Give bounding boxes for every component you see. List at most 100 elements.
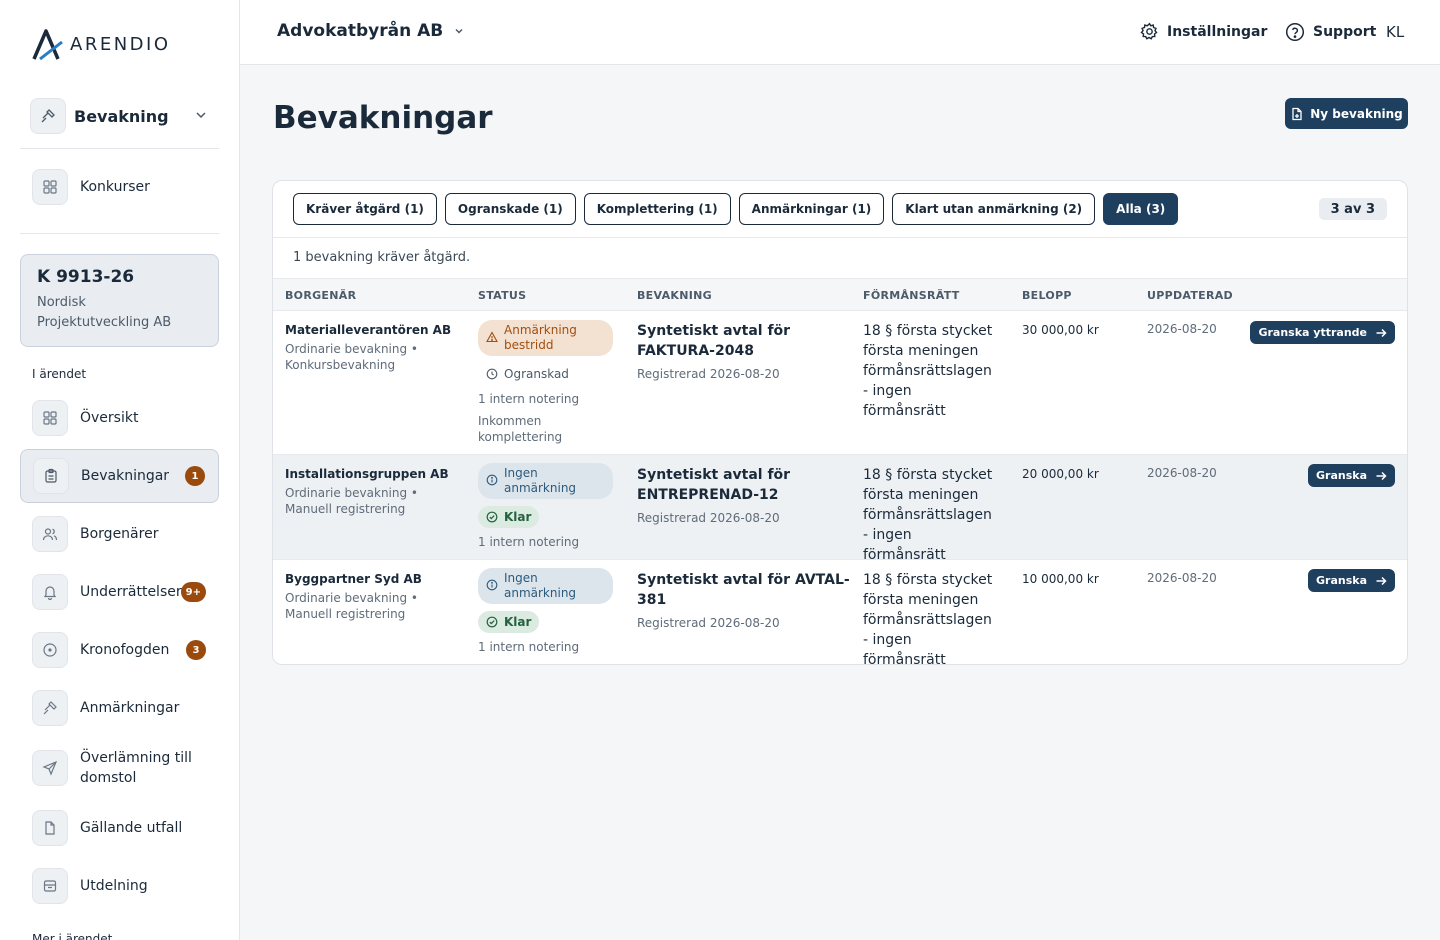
- creditor-name: Installationsgruppen AB: [285, 467, 449, 481]
- filter-tabs: Kräver åtgärd (1) Ogranskade (1) Komplet…: [293, 193, 1179, 225]
- notes-count: 1 intern notering: [478, 392, 580, 406]
- chevron-down-icon: [455, 28, 463, 34]
- sidebar-item-bevakningar[interactable]: Bevakningar 1: [20, 449, 219, 503]
- status-badge: Ingen anmärkning: [478, 568, 613, 604]
- updated-date: 2026-08-20: [1147, 571, 1217, 585]
- creditor-type: Ordinarie bevakning • Konkursbevakning: [285, 342, 419, 372]
- column-header[interactable]: UPPDATERAD: [1147, 289, 1233, 302]
- review-button[interactable]: Granska: [1308, 464, 1395, 487]
- org-name: Advokatbyrån AB: [277, 21, 444, 41]
- org-switcher[interactable]: Advokatbyrån AB: [277, 21, 465, 41]
- review-statement-button[interactable]: Granska yttrande: [1250, 321, 1395, 344]
- bevakning-title: Syntetiskt avtal för FAKTURA-2048: [637, 323, 791, 359]
- clock-icon: [486, 368, 498, 380]
- registered-date: Registrerad 2026-08-20: [637, 367, 780, 381]
- table-row[interactable]: Installationsgruppen AB Ordinarie bevakn…: [273, 455, 1407, 563]
- sidebar-item-label: Översikt: [80, 410, 139, 426]
- sidebar-item-label: Gällande utfall: [80, 820, 183, 836]
- sidebar-item-oversikt[interactable]: Översikt: [20, 400, 219, 436]
- creditor-name: Materialleverantören AB: [285, 323, 452, 337]
- gavel-icon: [30, 98, 66, 134]
- review-status: Klar: [478, 506, 540, 528]
- notes-count: 1 intern notering: [478, 640, 580, 654]
- case-card[interactable]: K 9913-26 Nordisk Projektutveckling AB: [20, 254, 219, 347]
- sidebar-item-label: Konkurser: [80, 179, 150, 195]
- review-button[interactable]: Granska: [1308, 569, 1395, 592]
- check-circle-icon: [486, 511, 498, 523]
- filter-ogranskade[interactable]: Ogranskade (1): [444, 193, 576, 225]
- support-link[interactable]: Support: [1285, 22, 1376, 42]
- topbar: Advokatbyrån AB Inställningar Support KL: [240, 0, 1440, 65]
- count-badge: 9+: [180, 582, 206, 602]
- settings-label: Inställningar: [1167, 23, 1268, 40]
- info-circle-icon: [486, 579, 498, 591]
- sidebar-item-borgenarer[interactable]: Borgenärer: [20, 516, 219, 552]
- document-icon: [32, 810, 68, 846]
- filter-alla[interactable]: Alla (3): [1103, 193, 1179, 225]
- sidebar-item-label: Borgenärer: [80, 526, 159, 542]
- column-header[interactable]: BEVAKNING: [637, 289, 712, 302]
- bevakning-title: Syntetiskt avtal för AVTAL-381: [637, 572, 850, 608]
- review-status-text: Klar: [504, 510, 532, 524]
- sidebar-divider: [20, 233, 219, 234]
- sidebar-item-label: Anmärkningar: [80, 700, 180, 716]
- grid-icon: [32, 169, 68, 205]
- column-header[interactable]: FÖRMÅNSRÄTT: [863, 289, 960, 302]
- sidebar: ARENDIO Bevakning Konkurser K 9913-26 No…: [0, 0, 240, 940]
- sidebar-item-anmarkningar[interactable]: Anmärkningar: [20, 690, 219, 726]
- creditor-type: Ordinarie bevakning • Manuell registreri…: [285, 486, 419, 516]
- count-badge: 1: [185, 466, 205, 486]
- column-header[interactable]: BORGENÄR: [285, 289, 356, 302]
- sidebar-item-label: Underrättelser: [80, 584, 182, 600]
- bevakning-title: Syntetiskt avtal för ENTREPRENAD-12: [637, 467, 791, 503]
- registered-date: Registrerad 2026-08-20: [637, 616, 780, 630]
- arrow-right-icon: [1376, 471, 1387, 480]
- arrow-right-icon: [1376, 576, 1387, 585]
- bell-icon: [32, 574, 68, 610]
- review-status: Klar: [478, 611, 540, 633]
- filter-komplettering[interactable]: Komplettering (1): [583, 193, 731, 225]
- filter-kraver-atgard[interactable]: Kräver åtgärd (1): [293, 193, 437, 225]
- page-title: Bevakningar: [273, 100, 493, 136]
- info-circle-icon: [486, 474, 498, 486]
- review-status-text: Klar: [504, 615, 532, 629]
- registered-date: Registrerad 2026-08-20: [637, 511, 780, 525]
- user-menu[interactable]: KL: [1386, 23, 1404, 41]
- amount: 10 000,00 kr: [1022, 572, 1099, 586]
- grid-icon: [32, 400, 68, 436]
- amount: 20 000,00 kr: [1022, 467, 1099, 481]
- arrow-right-icon: [1376, 328, 1387, 337]
- column-header[interactable]: STATUS: [478, 289, 526, 302]
- sidebar-item-kronofogden[interactable]: Kronofogden 3: [20, 632, 219, 668]
- section-label-more: Mer i ärendet: [32, 932, 113, 940]
- table-row[interactable]: Materialleverantören AB Ordinarie bevakn…: [273, 311, 1407, 455]
- gear-icon: [1140, 22, 1158, 40]
- sidebar-item-gallande-utfall[interactable]: Gällande utfall: [20, 810, 219, 846]
- count-badge: 3: [186, 640, 206, 660]
- filter-klart-utan-anmarkning[interactable]: Klart utan anmärkning (2): [892, 193, 1096, 225]
- table-row[interactable]: Byggpartner Syd AB Ordinarie bevakning •…: [273, 560, 1407, 664]
- sidebar-item-underrattelser[interactable]: Underrättelser 9+: [20, 574, 219, 610]
- new-bevakning-button[interactable]: Ny bevakning: [1285, 98, 1408, 129]
- arendio-logo[interactable]: ARENDIO: [32, 28, 171, 60]
- sidebar-item-utdelning[interactable]: Utdelning: [20, 868, 219, 904]
- updated-date: 2026-08-20: [1147, 466, 1217, 480]
- sidebar-item-label: Utdelning: [80, 878, 148, 894]
- users-icon: [32, 516, 68, 552]
- settings-link[interactable]: Inställningar: [1140, 22, 1267, 41]
- section-label: I ärendet: [32, 367, 87, 381]
- column-header[interactable]: BELOPP: [1022, 289, 1072, 302]
- gavel-icon: [32, 690, 68, 726]
- updated-date: 2026-08-20: [1147, 322, 1217, 336]
- module-selector[interactable]: Bevakning: [30, 98, 220, 134]
- sidebar-item-konkurser[interactable]: Konkurser: [20, 169, 219, 205]
- panel-divider: [273, 237, 1407, 238]
- creditor-name: Byggpartner Syd AB: [285, 572, 422, 586]
- logo-mark-icon: [32, 29, 63, 60]
- sidebar-item-overlamning[interactable]: Överlämning till domstol: [20, 748, 219, 788]
- status-text: Anmärkning bestridd: [504, 323, 577, 352]
- chevron-down-icon: [196, 112, 206, 119]
- filter-anmarkningar[interactable]: Anmärkningar (1): [738, 193, 885, 225]
- action-notice: 1 bevakning kräver åtgärd.: [293, 250, 471, 265]
- button-label: Granska: [1316, 574, 1367, 587]
